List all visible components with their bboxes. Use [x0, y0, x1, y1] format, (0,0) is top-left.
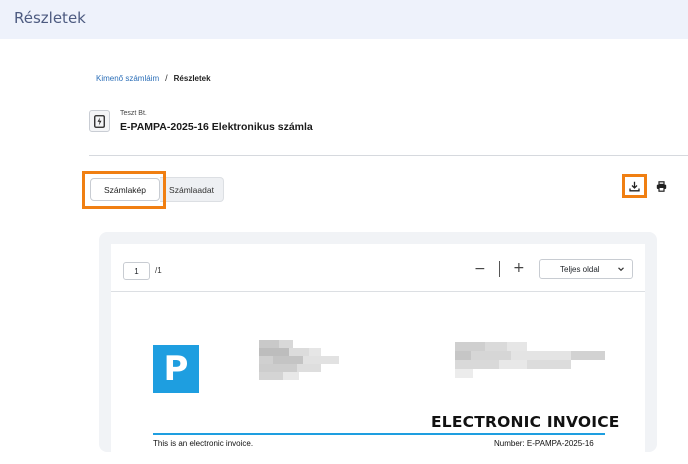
download-button[interactable]	[622, 174, 647, 198]
zoom-divider	[499, 261, 500, 277]
breadcrumb-link-outgoing-invoices[interactable]: Kimenő számláim	[96, 74, 159, 83]
viewer-toolbar-divider	[111, 291, 645, 292]
breadcrumb-separator: /	[165, 73, 168, 83]
redacted-buyer-info	[455, 342, 605, 378]
breadcrumb: Kimenő számláim / Részletek	[96, 73, 211, 83]
print-button[interactable]	[653, 178, 669, 194]
download-icon	[629, 181, 640, 191]
electronic-invoice-icon	[89, 110, 110, 132]
breadcrumb-current: Részletek	[173, 73, 211, 83]
document-title: E-PAMPA-2025-16 Elektronikus számla	[120, 121, 313, 133]
zoom-mode-label: Teljes oldal	[560, 264, 600, 274]
chevron-down-icon	[618, 267, 624, 272]
tab-invoice-data[interactable]: Számlaadat	[160, 177, 224, 202]
zoom-mode-select[interactable]: Teljes oldal	[539, 259, 633, 279]
invoice-note: This is an electronic invoice.	[153, 439, 254, 448]
company-name: Teszt Bt.	[120, 110, 147, 117]
invoice-accent-line	[153, 433, 605, 435]
pdf-viewer: 1 /1 − + Teljes oldal P ELECTRONIC INVOI…	[99, 232, 657, 464]
top-bar: Részletek	[0, 0, 688, 39]
zoom-out-button[interactable]: −	[474, 261, 486, 277]
section-divider	[89, 155, 688, 156]
printer-icon	[656, 180, 666, 192]
highlight-box-tab	[82, 171, 166, 209]
page-number-input[interactable]: 1	[123, 262, 150, 280]
page-title: Részletek	[14, 9, 86, 27]
invoice-number: Number: E-PAMPA-2025-16	[494, 439, 594, 448]
company-logo: P	[153, 345, 199, 393]
page-total: /1	[155, 266, 162, 275]
redacted-seller-info	[259, 340, 339, 380]
invoice-heading: ELECTRONIC INVOICE	[431, 413, 620, 431]
pdf-page: 1 /1 − + Teljes oldal P ELECTRONIC INVOI…	[111, 244, 645, 464]
zoom-in-button[interactable]: +	[513, 260, 525, 276]
